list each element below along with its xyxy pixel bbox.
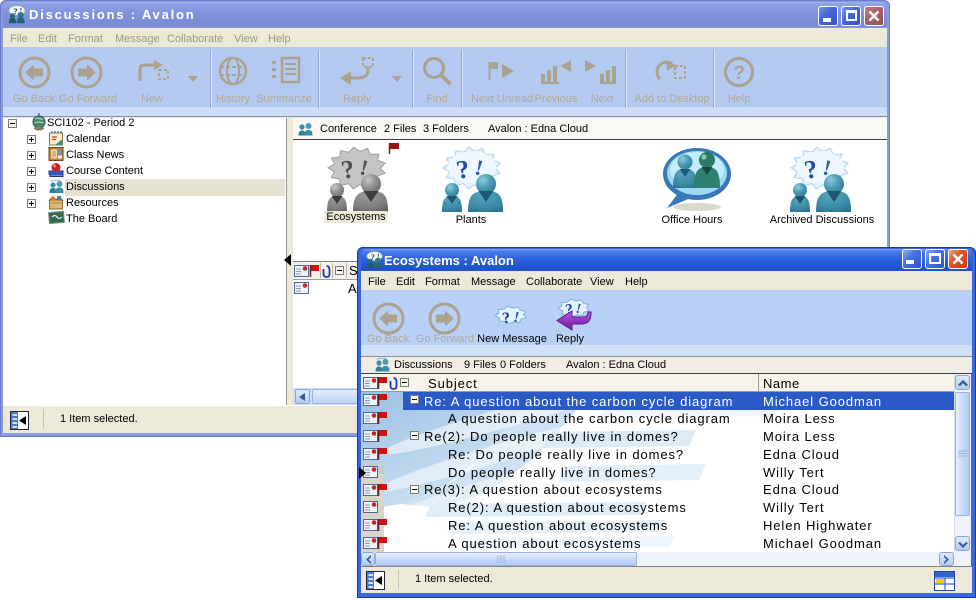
svg-text:?: ? [733,63,745,84]
